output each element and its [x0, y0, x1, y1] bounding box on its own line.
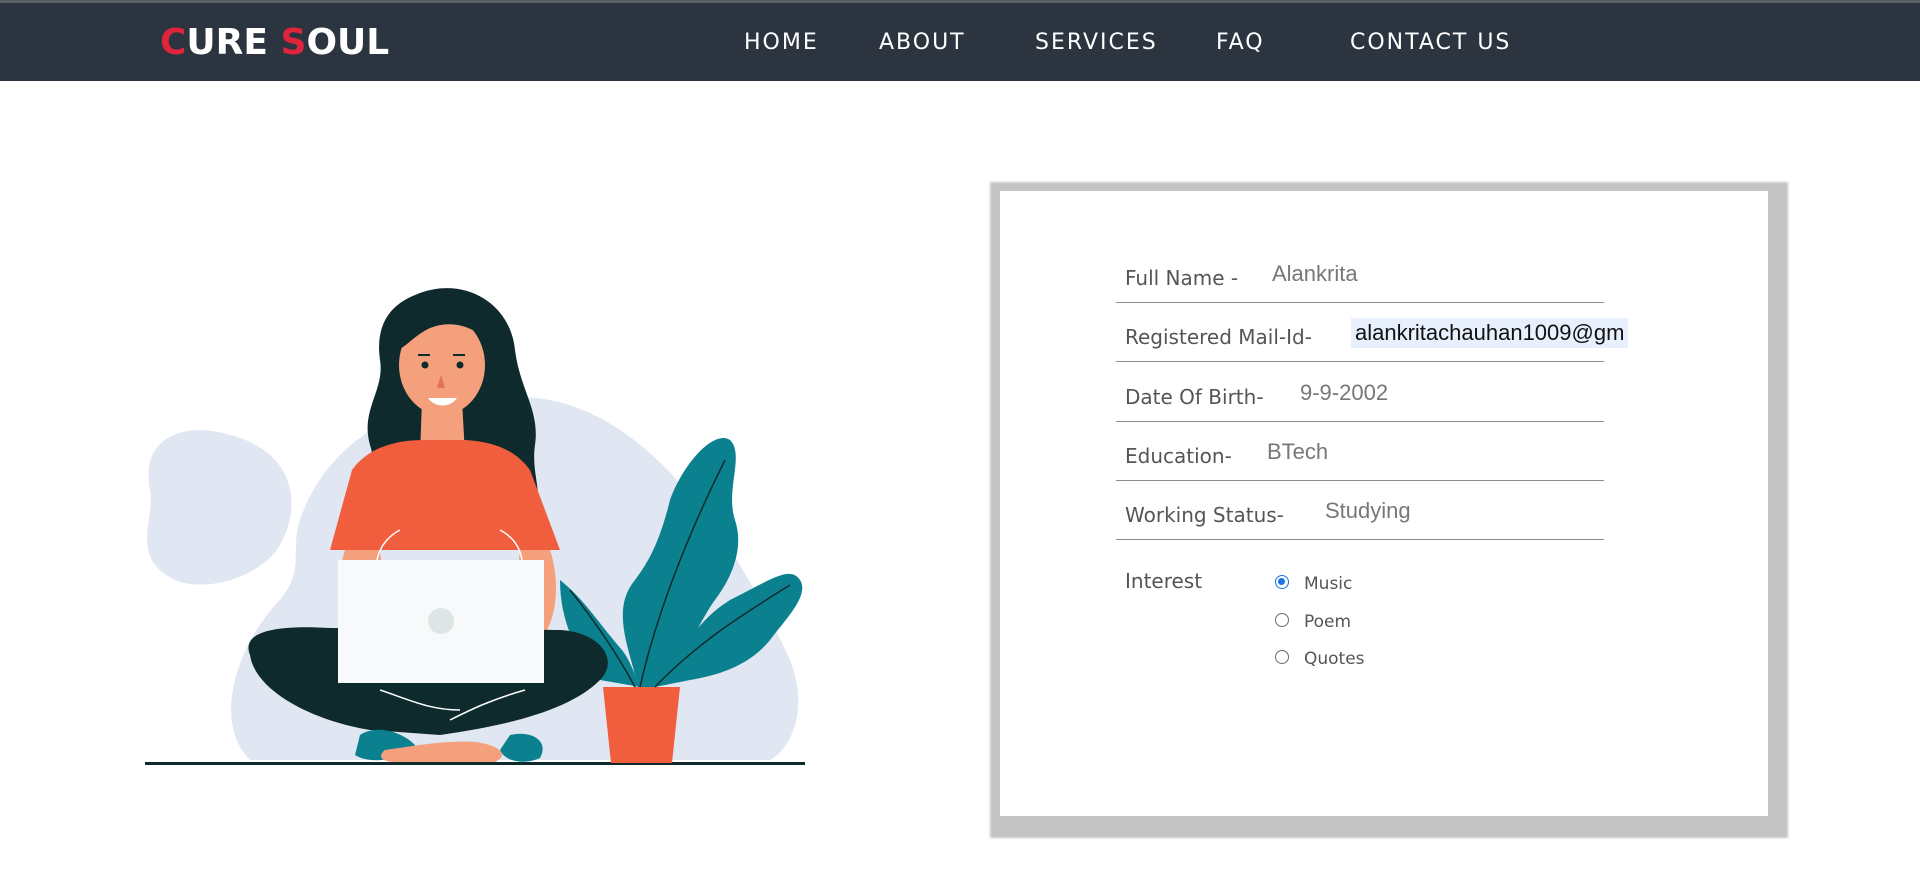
nav-faq[interactable]: FAQ — [1216, 30, 1265, 55]
education-label: Education- — [1125, 444, 1232, 468]
working-status-row: Working Status- Studying — [1116, 481, 1604, 540]
email-field[interactable]: alankritachauhan1009@gm — [1351, 318, 1629, 348]
interest-label: Interest — [1125, 569, 1203, 593]
woman-with-laptop-illustration — [145, 288, 805, 765]
nav-about[interactable]: ABOUT — [879, 30, 966, 55]
radio-poem[interactable] — [1275, 613, 1289, 627]
dob-field[interactable]: 9-9-2002 — [1296, 378, 1392, 408]
interest-option-label: Quotes — [1304, 649, 1365, 669]
full-name-field[interactable]: Alankrita — [1268, 259, 1362, 289]
navbar: CURE SOUL HOME ABOUT SERVICES FAQ CONTAC… — [0, 3, 1920, 81]
dob-row: Date Of Birth- 9-9-2002 — [1116, 363, 1604, 422]
full-name-row: Full Name - Alankrita — [1116, 244, 1604, 303]
email-row: Registered Mail-Id- alankritachauhan1009… — [1116, 303, 1629, 362]
radio-quotes[interactable] — [1275, 650, 1289, 664]
brand-letter-s: S — [280, 22, 307, 63]
interest-option-label: Poem — [1304, 612, 1352, 632]
nav-home[interactable]: HOME — [744, 30, 819, 55]
brand-text-oul: OUL — [306, 22, 390, 63]
brand-logo[interactable]: CURE SOUL — [160, 23, 389, 63]
brand-letter-c: C — [160, 22, 187, 63]
nav-contact-us[interactable]: CONTACT US — [1350, 30, 1511, 55]
full-name-label: Full Name - — [1125, 266, 1239, 290]
interest-option-label: Music — [1304, 574, 1353, 594]
email-label: Registered Mail-Id- — [1125, 325, 1312, 349]
nav-services[interactable]: SERVICES — [1035, 30, 1158, 55]
education-field[interactable]: BTech — [1263, 437, 1332, 467]
brand-text-ure: URE — [186, 22, 281, 63]
education-row: Education- BTech — [1116, 422, 1604, 481]
profile-card: Full Name - Alankrita Registered Mail-Id… — [1000, 191, 1768, 816]
radio-music[interactable] — [1275, 575, 1289, 589]
working-status-label: Working Status- — [1125, 503, 1284, 527]
dob-label: Date Of Birth- — [1125, 385, 1264, 409]
working-status-field[interactable]: Studying — [1321, 496, 1415, 526]
